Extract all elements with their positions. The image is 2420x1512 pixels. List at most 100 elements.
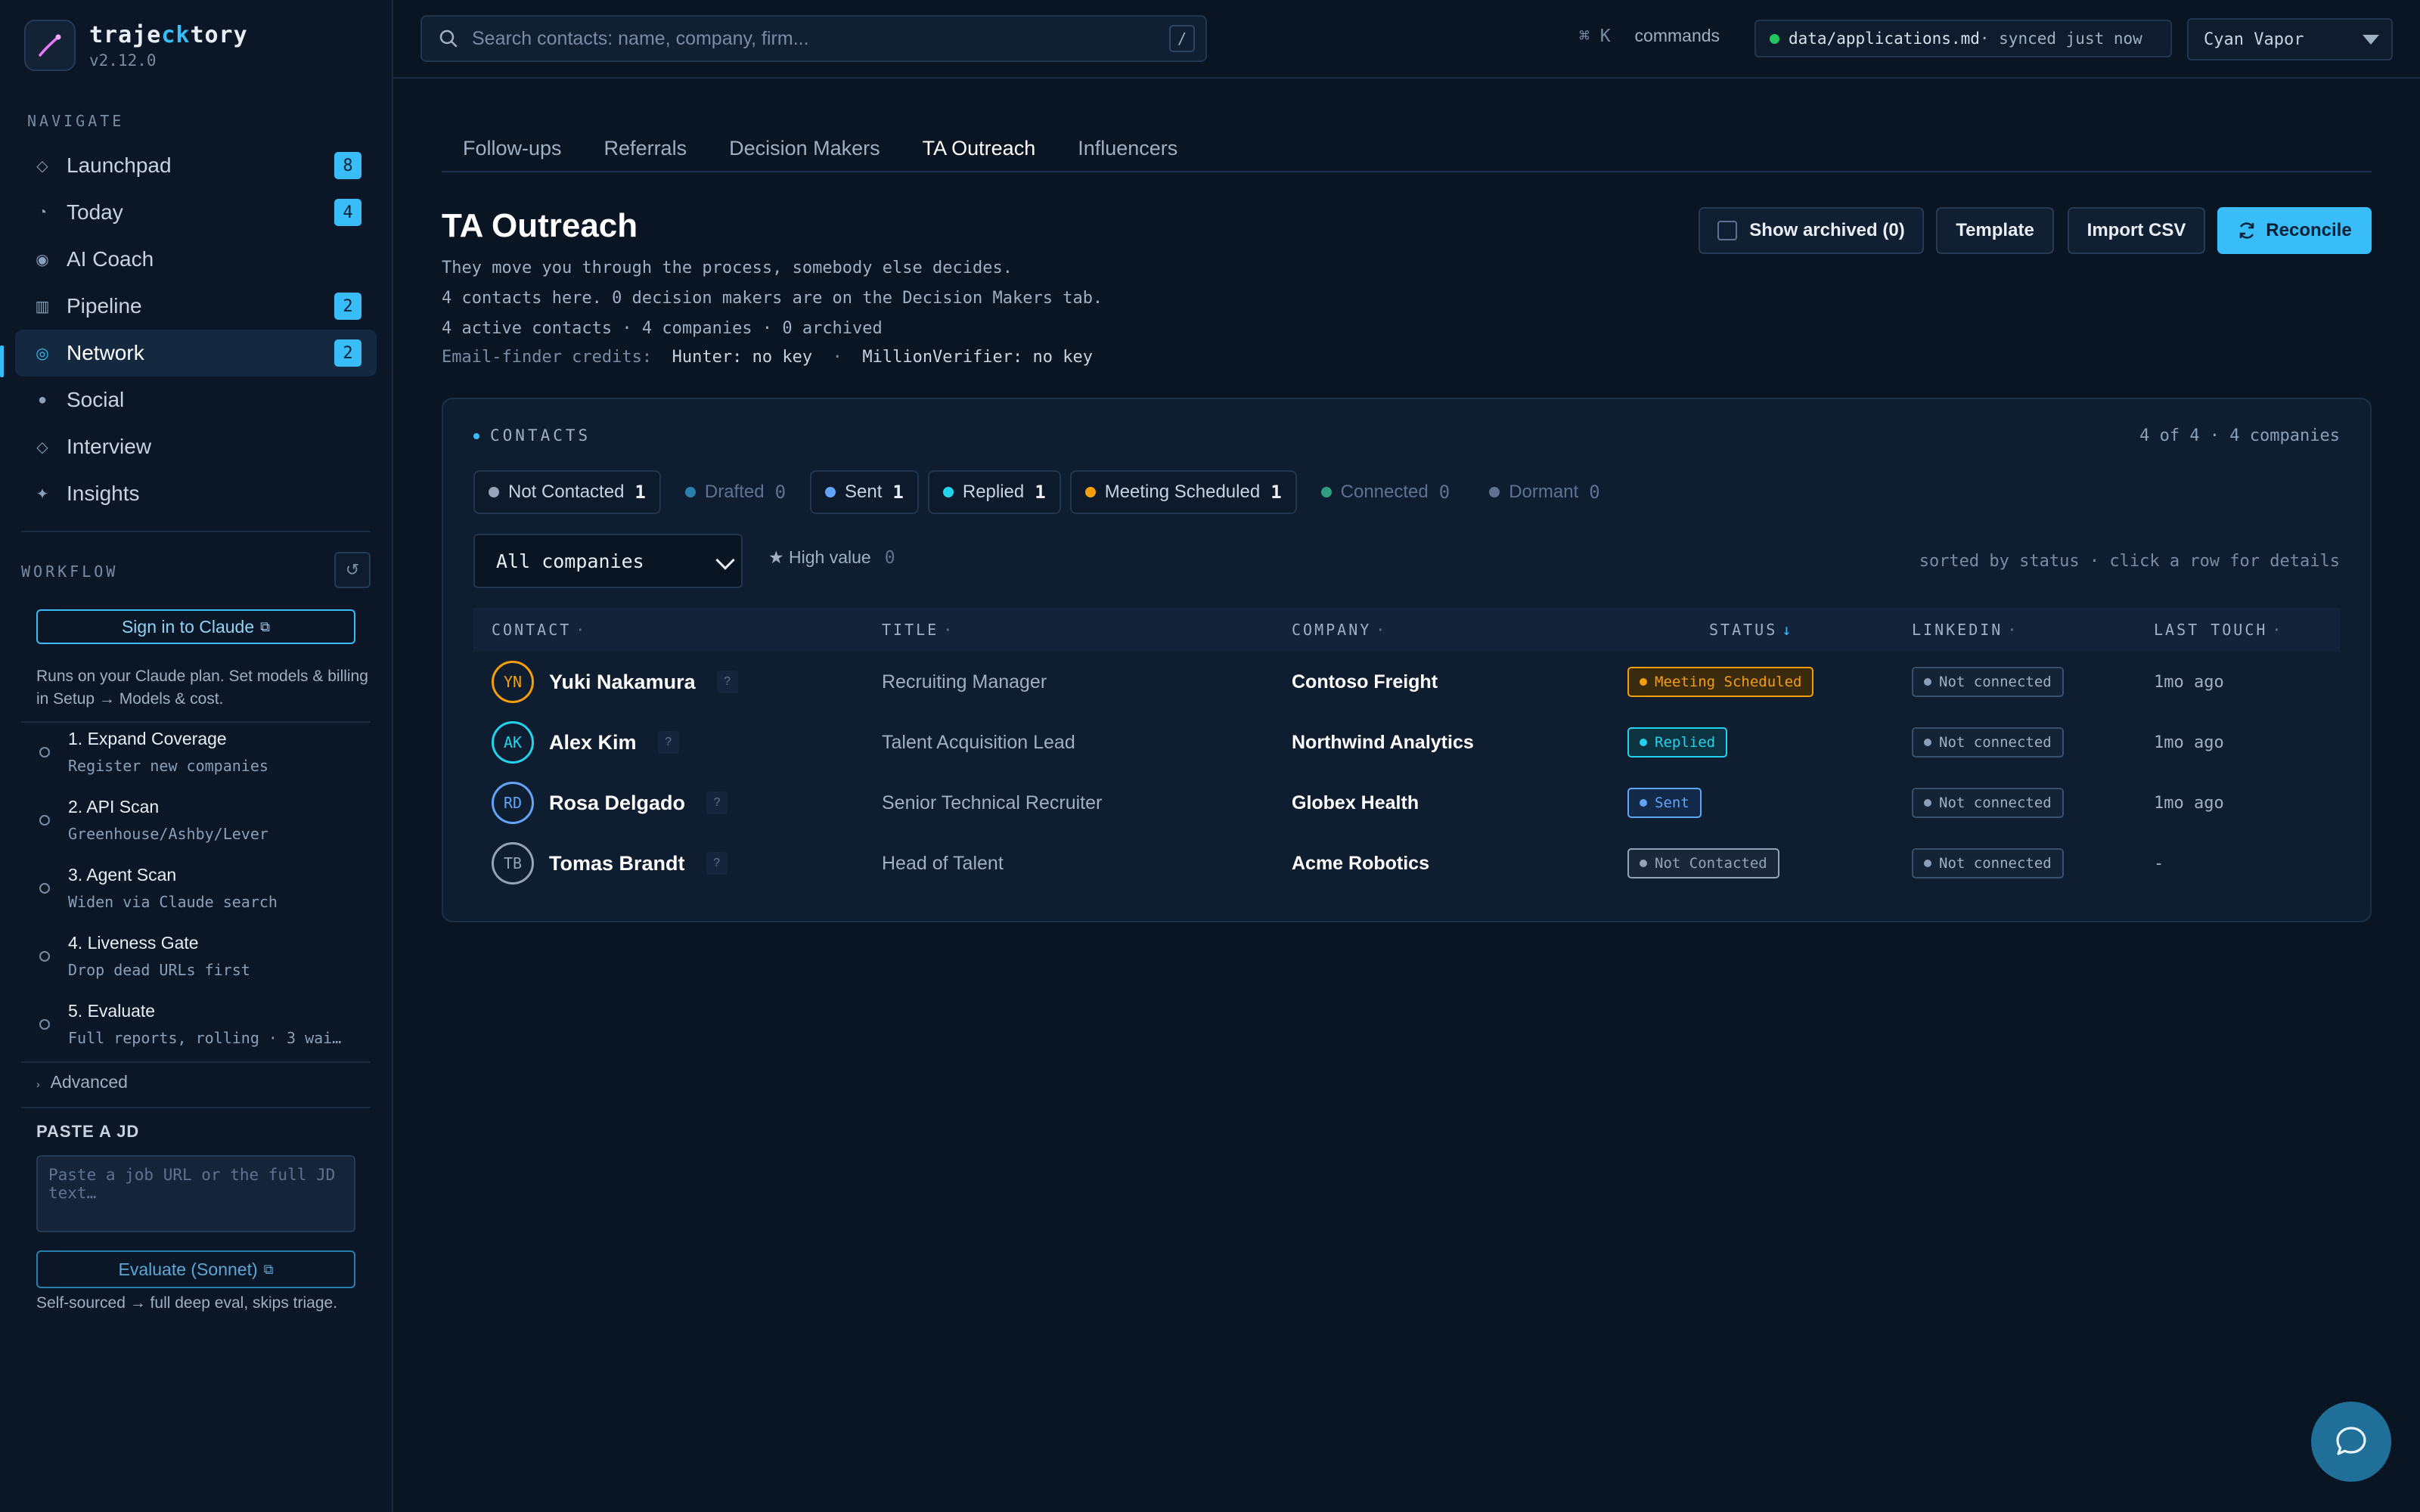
step-status-icon bbox=[39, 883, 50, 894]
reconcile-button[interactable]: Reconcile bbox=[2217, 207, 2372, 254]
workflow-steps: 1. Expand Coverage Register new companie… bbox=[36, 721, 369, 1061]
sparkle-icon: ✦ bbox=[36, 485, 49, 503]
tab-follow-ups[interactable]: Follow-ups bbox=[442, 125, 583, 171]
help-icon[interactable]: ? bbox=[706, 852, 728, 875]
tab-ta-outreach[interactable]: TA Outreach bbox=[901, 125, 1057, 171]
workflow-step[interactable]: 1. Expand Coverage Register new companie… bbox=[36, 721, 369, 789]
col-title[interactable]: TITLE · bbox=[882, 621, 954, 639]
col-linkedin[interactable]: LINKEDIN · bbox=[1912, 621, 2018, 639]
sync-status[interactable]: data/applications.md · synced just now bbox=[1754, 20, 2172, 57]
status-badge[interactable]: Sent bbox=[1627, 788, 1702, 818]
sidebar-item-social[interactable]: ● Social bbox=[15, 376, 377, 423]
sidebar-item-label: Pipeline bbox=[67, 294, 142, 318]
step-status-icon bbox=[39, 747, 50, 758]
avatar: YN bbox=[492, 661, 534, 703]
sidebar: trajecktory v2.12.0 NAVIGATE ◇ Launchpad… bbox=[0, 0, 393, 1512]
help-icon[interactable]: ? bbox=[706, 792, 728, 814]
col-company[interactable]: COMPANY · bbox=[1292, 621, 1387, 639]
email-credits: Email-finder credits: Hunter: no key · M… bbox=[442, 348, 1093, 367]
linkedin-badge[interactable]: Not connected bbox=[1912, 788, 2064, 818]
col-status[interactable]: STATUS ↓ bbox=[1709, 621, 1793, 639]
status-filter-chip[interactable]: Connected 0 bbox=[1306, 470, 1466, 514]
sign-in-claude-button[interactable]: Sign in to Claude ⧉ bbox=[36, 609, 355, 644]
high-value-filter[interactable]: ★ High value 0 bbox=[768, 547, 895, 568]
evaluate-button[interactable]: Evaluate (Sonnet) ⧉ bbox=[36, 1250, 355, 1288]
status-dot-icon bbox=[1924, 739, 1931, 746]
page-stats: 4 active contacts · 4 companies · 0 arch… bbox=[442, 319, 883, 338]
page-title: TA Outreach bbox=[442, 207, 638, 244]
status-filter-chip[interactable]: Replied 1 bbox=[927, 470, 1061, 514]
plan-note: Runs on your Claude plan. Set models & b… bbox=[36, 668, 368, 708]
evaluate-note: Self-sourced → full deep eval, skips tri… bbox=[36, 1294, 338, 1312]
sidebar-item-network[interactable]: ◎ Network 2 bbox=[15, 330, 377, 376]
status-filter-chip[interactable]: Sent 1 bbox=[810, 470, 919, 514]
checkbox[interactable] bbox=[1717, 221, 1738, 240]
status-filter-chip[interactable]: Not Contacted 1 bbox=[473, 470, 661, 514]
sidebar-item-today[interactable]: ◔ Today 4 bbox=[15, 189, 377, 236]
table-row[interactable]: TB Tomas Brandt ? Head of Talent Acme Ro… bbox=[473, 833, 2340, 894]
table-row[interactable]: YN Yuki Nakamura ? Recruiting Manager Co… bbox=[473, 652, 2340, 712]
sidebar-item-pipeline[interactable]: ▥ Pipeline 2 bbox=[15, 283, 377, 330]
contact-name[interactable]: Tomas Brandt bbox=[549, 852, 685, 875]
divider bbox=[21, 531, 371, 532]
linkedin-badge[interactable]: Not connected bbox=[1912, 727, 2064, 758]
target-icon: ◉ bbox=[36, 251, 49, 268]
tab-referrals[interactable]: Referrals bbox=[583, 125, 709, 171]
sidebar-item-label: Interview bbox=[67, 435, 152, 458]
contact-name[interactable]: Alex Kim bbox=[549, 731, 637, 754]
refresh-icon: ↺ bbox=[345, 560, 360, 579]
import-csv-button[interactable]: Import CSV bbox=[2068, 207, 2205, 254]
workflow-step[interactable]: 2. API Scan Greenhouse/Ashby/Lever bbox=[36, 789, 369, 857]
external-link-icon: ⧉ bbox=[260, 618, 271, 634]
status-filter-chip[interactable]: Drafted 0 bbox=[670, 470, 801, 514]
count-badge: 2 bbox=[334, 293, 361, 320]
status-filter-chip[interactable]: Meeting Scheduled 1 bbox=[1069, 470, 1297, 514]
tab-decision-makers[interactable]: Decision Makers bbox=[708, 125, 901, 171]
paste-jd-label: PASTE A JD bbox=[36, 1122, 140, 1141]
show-archived-toggle[interactable]: Show archived (0) bbox=[1699, 207, 1924, 254]
table-row[interactable]: RD Rosa Delgado ? Senior Technical Recru… bbox=[473, 773, 2340, 833]
status-badge[interactable]: Replied bbox=[1627, 727, 1728, 758]
search-input[interactable] bbox=[472, 27, 1169, 50]
workflow-step[interactable]: 5. Evaluate Full reports, rolling · 3 wa… bbox=[36, 993, 369, 1061]
company-filter-select[interactable]: All companies bbox=[473, 534, 743, 588]
command-palette-button[interactable]: ⌘ Kcommands bbox=[1579, 26, 1720, 46]
sidebar-item-insights[interactable]: ✦ Insights bbox=[15, 470, 377, 517]
jd-input[interactable] bbox=[36, 1155, 355, 1232]
brand[interactable]: trajecktory v2.12.0 bbox=[24, 20, 248, 71]
linkedin-badge[interactable]: Not connected bbox=[1912, 667, 2064, 697]
col-contact[interactable]: CONTACT · bbox=[492, 621, 587, 639]
reset-workflow-button[interactable]: ↺ bbox=[334, 552, 371, 588]
help-icon[interactable]: ? bbox=[716, 671, 738, 693]
status-badge[interactable]: Meeting Scheduled bbox=[1627, 667, 1814, 697]
linkedin-badge[interactable]: Not connected bbox=[1912, 848, 2064, 878]
theme-select[interactable]: Cyan Vapor bbox=[2187, 18, 2393, 60]
search-box[interactable]: / bbox=[420, 15, 1207, 62]
topbar: / ⌘ Kcommands data/applications.md · syn… bbox=[393, 0, 2420, 79]
sidebar-item-interview[interactable]: ◇ Interview bbox=[15, 423, 377, 470]
chat-button[interactable] bbox=[2311, 1402, 2391, 1482]
table-row[interactable]: AK Alex Kim ? Talent Acquisition Lead No… bbox=[473, 712, 2340, 773]
sidebar-item-label: Network bbox=[67, 341, 144, 364]
last-touch: 1mo ago bbox=[2154, 793, 2224, 813]
tab-influencers[interactable]: Influencers bbox=[1056, 125, 1199, 171]
col-last-touch[interactable]: LAST TOUCH · bbox=[2154, 621, 2283, 639]
sidebar-item-ai-coach[interactable]: ◉ AI Coach bbox=[15, 236, 377, 283]
contact-name[interactable]: Yuki Nakamura bbox=[549, 671, 696, 694]
help-icon[interactable]: ? bbox=[657, 731, 679, 754]
status-badge[interactable]: Not Contacted bbox=[1627, 848, 1779, 878]
workflow-step[interactable]: 4. Liveness Gate Drop dead URLs first bbox=[36, 925, 369, 993]
last-touch: 1mo ago bbox=[2154, 733, 2224, 752]
last-touch: - bbox=[2154, 854, 2164, 873]
contact-title: Recruiting Manager bbox=[882, 671, 1047, 692]
status-dot-icon bbox=[1640, 678, 1647, 686]
contact-name[interactable]: Rosa Delgado bbox=[549, 792, 685, 815]
template-button[interactable]: Template bbox=[1936, 207, 2054, 254]
status-filter-chip[interactable]: Dormant 0 bbox=[1474, 470, 1615, 514]
workflow-step[interactable]: 3. Agent Scan Widen via Claude search bbox=[36, 857, 369, 925]
chevron-down-icon bbox=[715, 550, 735, 570]
search-icon bbox=[439, 29, 458, 48]
sidebar-item-launchpad[interactable]: ◇ Launchpad 8 bbox=[15, 142, 377, 189]
status-dot-icon bbox=[1640, 739, 1647, 746]
advanced-toggle[interactable]: › Advanced bbox=[36, 1072, 128, 1092]
